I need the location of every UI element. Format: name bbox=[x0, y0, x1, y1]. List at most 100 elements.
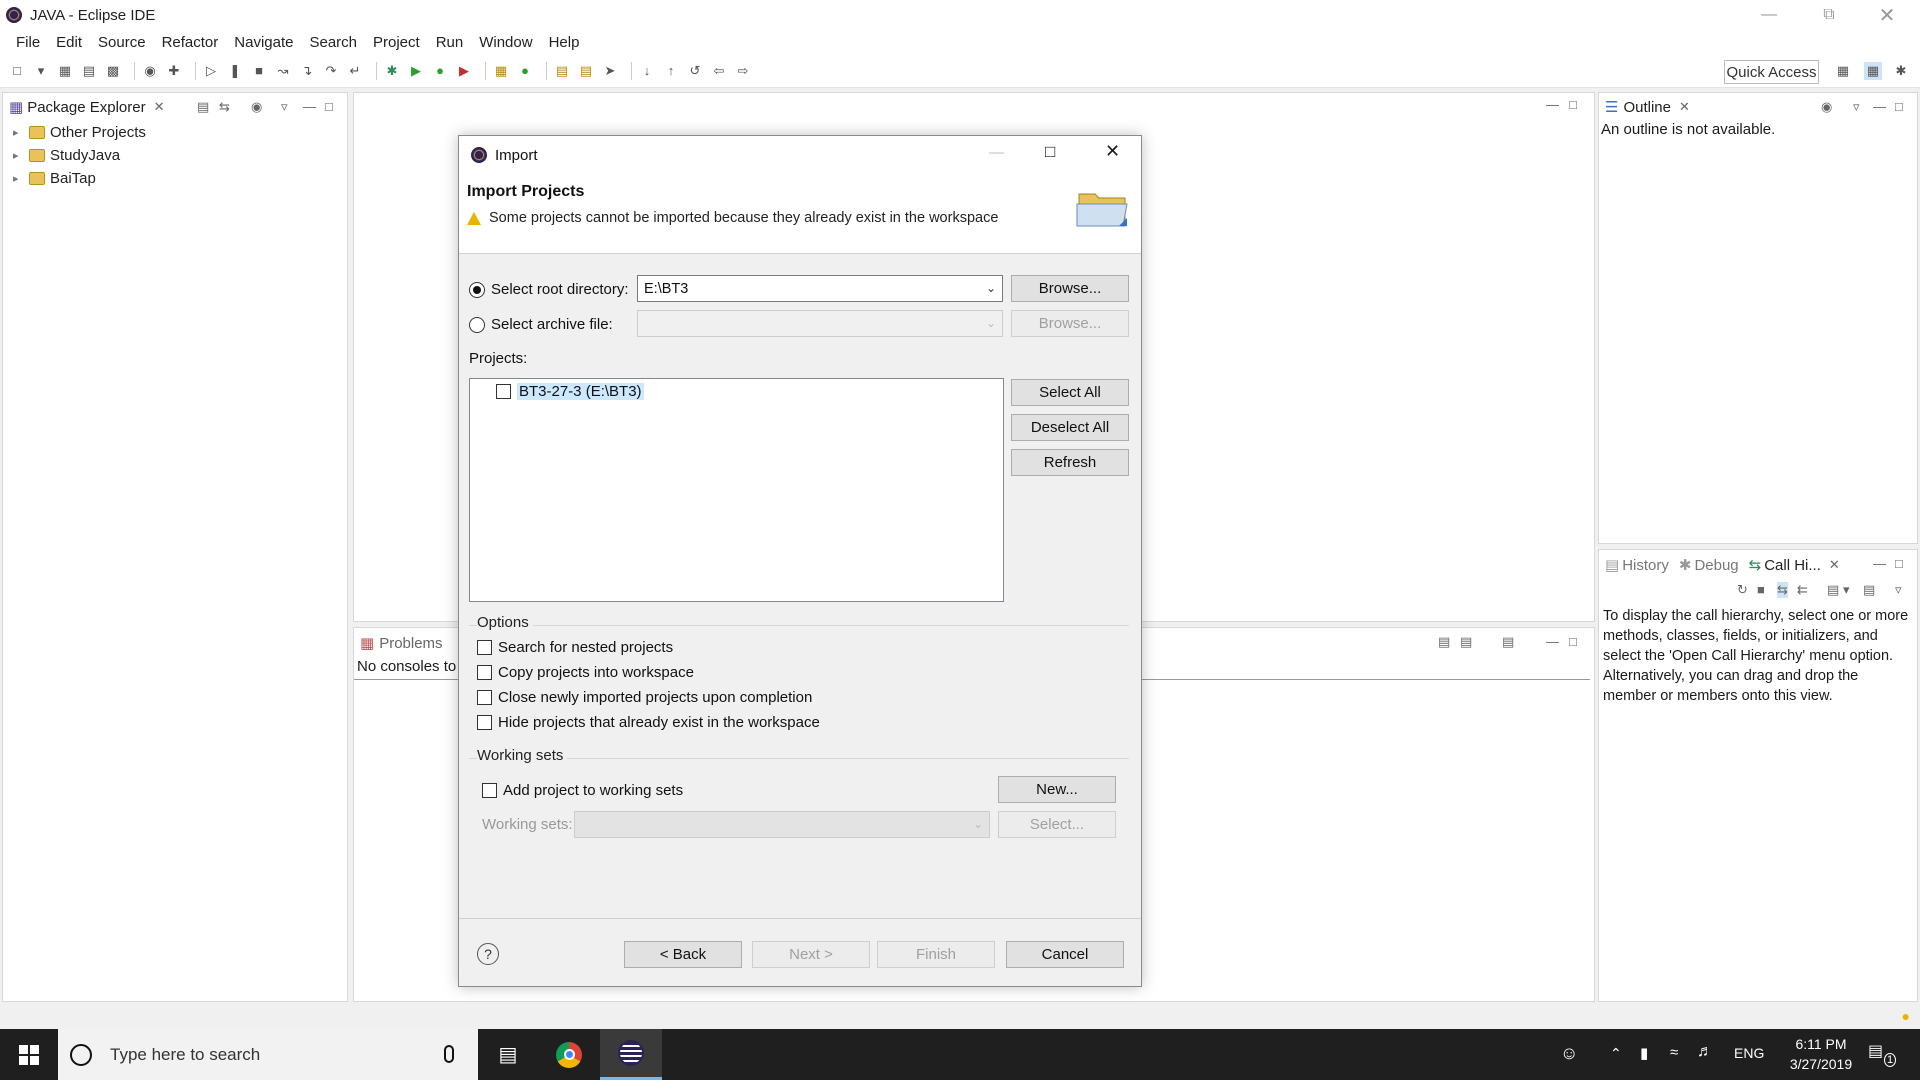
wifi-icon[interactable]: ≈ bbox=[1670, 1044, 1678, 1061]
restore-button[interactable]: ⧉ bbox=[1800, 0, 1858, 30]
prev-annotation-icon[interactable]: ↑ bbox=[662, 62, 680, 80]
maximize-dialog-button[interactable]: □ bbox=[1045, 142, 1055, 162]
option-copy-projects[interactable]: Copy projects into workspace bbox=[477, 664, 694, 681]
menu-edit[interactable]: Edit bbox=[48, 34, 90, 51]
tab-debug[interactable]: Debug bbox=[1694, 557, 1738, 574]
view-menu-icon[interactable]: ▿ bbox=[1895, 582, 1902, 598]
resume-icon[interactable]: ▷ bbox=[202, 62, 220, 80]
last-edit-icon[interactable]: ↺ bbox=[686, 62, 704, 80]
next-button[interactable]: Next > bbox=[752, 941, 870, 968]
suspend-icon[interactable]: ❚ bbox=[226, 62, 244, 80]
select-all-button[interactable]: Select All bbox=[1011, 379, 1129, 406]
archive-file-radio[interactable] bbox=[469, 316, 485, 333]
tree-item-baitap[interactable]: ▸ BaiTap bbox=[3, 167, 347, 190]
people-icon[interactable]: ☺ bbox=[1560, 1043, 1578, 1064]
disconnect-icon[interactable]: ↝ bbox=[274, 62, 292, 80]
menu-search[interactable]: Search bbox=[301, 34, 365, 51]
root-directory-option[interactable]: Select root directory: bbox=[469, 281, 629, 298]
menu-refactor[interactable]: Refactor bbox=[154, 34, 227, 51]
option-hide-existing[interactable]: Hide projects that already exist in the … bbox=[477, 714, 820, 731]
maximize-view-icon[interactable]: □ bbox=[1895, 556, 1903, 571]
minimize-button[interactable]: — bbox=[1740, 0, 1798, 30]
close-button[interactable]: ✕ bbox=[1858, 0, 1916, 30]
close-dialog-button[interactable]: ✕ bbox=[1105, 141, 1120, 162]
run-icon[interactable]: ▶ bbox=[407, 62, 425, 80]
menu-project[interactable]: Project bbox=[365, 34, 428, 51]
menu-navigate[interactable]: Navigate bbox=[226, 34, 301, 51]
working-sets-combo[interactable]: ⌄ bbox=[574, 811, 990, 838]
callee-hierarchy-icon[interactable]: ⇇ bbox=[1797, 582, 1808, 598]
new-package-icon[interactable]: ▦ bbox=[492, 62, 510, 80]
chevron-right-icon[interactable]: ▸ bbox=[13, 126, 25, 139]
microphone-icon[interactable] bbox=[444, 1045, 454, 1063]
root-directory-radio[interactable] bbox=[469, 281, 485, 298]
step-over-icon[interactable]: ↷ bbox=[322, 62, 340, 80]
deselect-all-button[interactable]: Deselect All bbox=[1011, 414, 1129, 441]
minimize-view-icon[interactable]: — bbox=[1873, 99, 1886, 114]
java-perspective-icon[interactable]: ▦ bbox=[1864, 62, 1882, 80]
minimize-editor-icon[interactable]: — bbox=[1546, 97, 1559, 112]
browse-archive-button[interactable]: Browse... bbox=[1011, 310, 1129, 337]
new-class-icon[interactable]: ● bbox=[516, 62, 534, 80]
help-icon[interactable]: ? bbox=[477, 943, 499, 965]
problems-tab[interactable]: Problems bbox=[379, 635, 442, 652]
new-icon[interactable]: □ bbox=[8, 62, 26, 80]
close-tab-icon[interactable]: ✕ bbox=[154, 99, 165, 115]
terminate-icon[interactable]: ■ bbox=[250, 62, 268, 80]
skip-icon[interactable]: ✚ bbox=[165, 62, 183, 80]
dropdown-icon[interactable]: ▾ bbox=[32, 62, 50, 80]
debug-perspective-icon[interactable]: ✱ bbox=[1892, 62, 1910, 80]
next-annotation-icon[interactable]: ↓ bbox=[638, 62, 656, 80]
archive-file-option[interactable]: Select archive file: bbox=[469, 316, 613, 333]
view-menu-icon[interactable]: ▿ bbox=[1853, 99, 1860, 115]
action-center-icon[interactable]: ▤ 1 bbox=[1868, 1041, 1908, 1069]
search-icon[interactable]: ➤ bbox=[601, 62, 619, 80]
layout-icon[interactable]: ▤ bbox=[1827, 582, 1839, 598]
external-tools-icon[interactable]: ▶ bbox=[455, 62, 473, 80]
maximize-view-icon[interactable]: □ bbox=[1569, 634, 1577, 649]
add-to-working-sets[interactable]: Add project to working sets bbox=[482, 782, 683, 799]
lightbulb-icon[interactable]: ● bbox=[1902, 1008, 1910, 1024]
view-menu-icon[interactable]: ▿ bbox=[281, 99, 288, 115]
step-into-icon[interactable]: ↴ bbox=[298, 62, 316, 80]
eclipse-taskbar-button[interactable] bbox=[600, 1029, 662, 1080]
menu-window[interactable]: Window bbox=[471, 34, 540, 51]
close-tab-icon[interactable]: ✕ bbox=[1829, 557, 1840, 573]
minimize-view-icon[interactable]: — bbox=[1546, 634, 1559, 649]
open-icon[interactable]: ▦ bbox=[56, 62, 74, 80]
option-checkbox[interactable] bbox=[477, 665, 492, 680]
quick-access-field[interactable]: Quick Access bbox=[1724, 60, 1819, 84]
chevron-right-icon[interactable]: ▸ bbox=[13, 149, 25, 162]
cancel-button[interactable]: Cancel bbox=[1006, 941, 1124, 968]
forward-icon[interactable]: ⇨ bbox=[734, 62, 752, 80]
menu-help[interactable]: Help bbox=[541, 34, 588, 51]
maximize-view-icon[interactable]: □ bbox=[325, 99, 333, 114]
root-directory-combo[interactable]: E:\BT3 ⌄ bbox=[637, 275, 1003, 302]
chrome-taskbar-button[interactable] bbox=[538, 1029, 600, 1080]
filter-icon[interactable]: ◉ bbox=[251, 99, 262, 115]
outline-tab[interactable]: Outline bbox=[1623, 99, 1671, 116]
volume-icon[interactable]: ♬ bbox=[1697, 1043, 1713, 1061]
package-explorer-tab[interactable]: Package Explorer bbox=[27, 99, 145, 116]
link-editor-icon[interactable]: ⇆ bbox=[219, 99, 230, 115]
option-close-imported[interactable]: Close newly imported projects upon compl… bbox=[477, 689, 812, 706]
pin-icon[interactable]: ▤ bbox=[1863, 582, 1875, 598]
coverage-icon[interactable]: ● bbox=[431, 62, 449, 80]
back-button[interactable]: < Back bbox=[624, 941, 742, 968]
archive-file-combo[interactable]: ⌄ bbox=[637, 310, 1003, 337]
dropdown-icon[interactable]: ▾ bbox=[1843, 582, 1850, 598]
taskbar-search[interactable]: Type here to search bbox=[58, 1029, 478, 1080]
option-checkbox[interactable] bbox=[477, 640, 492, 655]
language-indicator[interactable]: ENG bbox=[1734, 1045, 1764, 1061]
focus-icon[interactable]: ◉ bbox=[1821, 99, 1832, 115]
tree-item-studyjava[interactable]: ▸ StudyJava bbox=[3, 144, 347, 167]
menu-file[interactable]: File bbox=[8, 34, 48, 51]
maximize-editor-icon[interactable]: □ bbox=[1569, 97, 1577, 112]
open-console-icon[interactable]: ▤ bbox=[1502, 634, 1514, 650]
chevron-right-icon[interactable]: ▸ bbox=[13, 172, 25, 185]
debug-icon[interactable]: ◉ bbox=[141, 62, 159, 80]
finish-button[interactable]: Finish bbox=[877, 941, 995, 968]
new-working-set-button[interactable]: New... bbox=[998, 776, 1116, 803]
minimize-view-icon[interactable]: — bbox=[1873, 556, 1886, 571]
collapse-all-icon[interactable]: ▤ bbox=[197, 99, 209, 115]
